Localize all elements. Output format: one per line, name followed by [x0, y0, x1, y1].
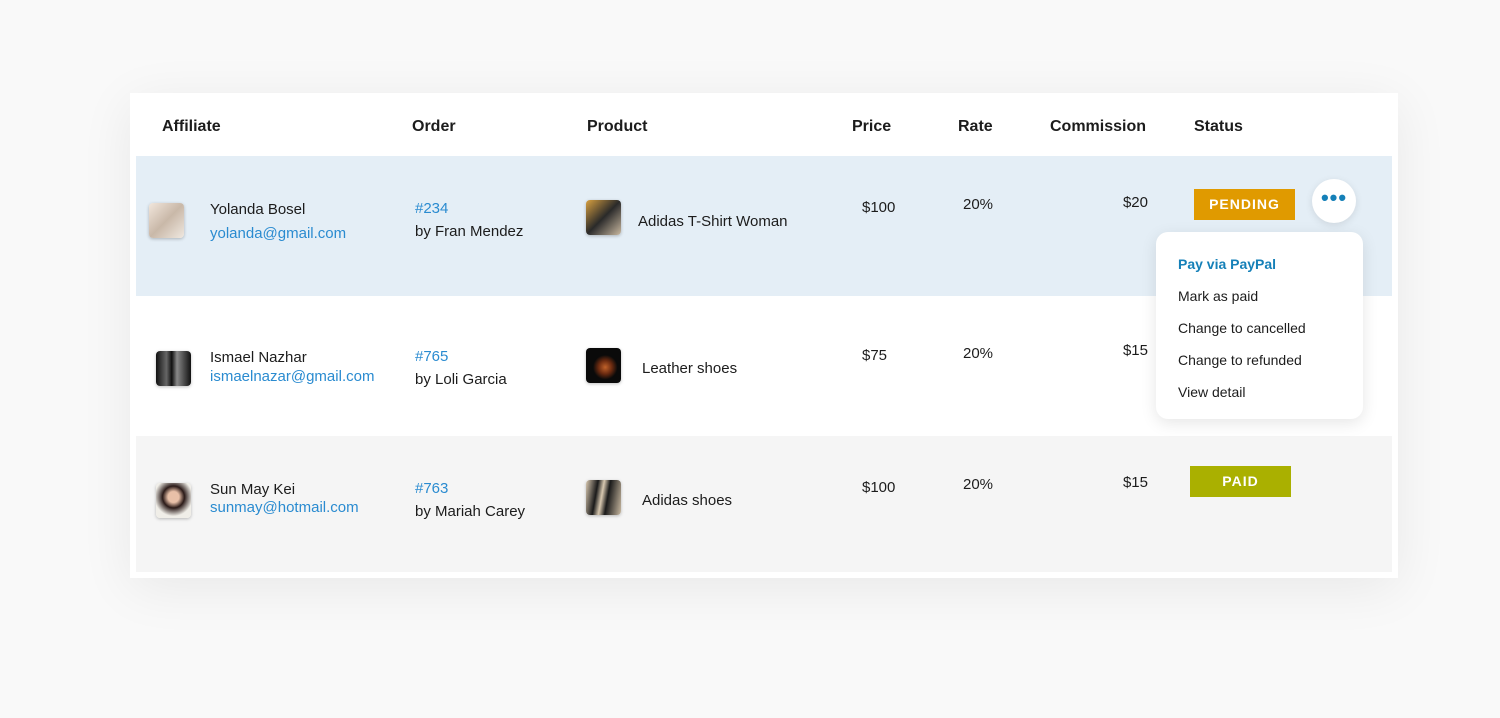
price: $75 — [862, 347, 888, 364]
commission: $15 — [1122, 342, 1148, 359]
commission: $15 — [1122, 474, 1148, 491]
affiliate-name: Sun May Kei — [210, 481, 296, 498]
rate: 20% — [963, 196, 994, 213]
order-customer: by Loli Garcia — [415, 371, 507, 388]
avatar — [156, 483, 191, 518]
affiliate-name: Ismael Nazhar — [210, 349, 307, 366]
more-actions-button[interactable]: ••• — [1312, 179, 1356, 223]
menu-item-view-detail[interactable]: View detail — [1178, 384, 1245, 400]
product-name: Adidas T-Shirt Woman — [638, 213, 788, 230]
header-commission: Commission — [1050, 118, 1147, 135]
table-row[interactable]: Sun May Kei sunmay@hotmail.com #763 by M… — [136, 436, 1392, 572]
product-name: Leather shoes — [642, 360, 738, 377]
price: $100 — [862, 199, 896, 216]
affiliate-email[interactable]: yolanda@gmail.com — [210, 225, 346, 242]
affiliate-email[interactable]: ismaelnazar@gmail.com — [210, 368, 374, 385]
status-badge-paid: PAID — [1190, 466, 1291, 497]
affiliate-name: Yolanda Bosel — [210, 201, 306, 218]
avatar — [156, 351, 191, 386]
order-customer: by Mariah Carey — [415, 503, 526, 520]
actions-dropdown-menu: Pay via PayPal Mark as paid Change to ca… — [1156, 232, 1363, 419]
header-price: Price — [852, 118, 892, 135]
rate: 20% — [963, 476, 994, 493]
order-customer: by Fran Mendez — [415, 223, 524, 240]
avatar — [149, 203, 184, 238]
product-image — [586, 480, 621, 515]
order-link[interactable]: #234 — [415, 200, 448, 217]
product-name: Adidas shoes — [642, 492, 733, 509]
status-badge-pending: PENDING — [1194, 189, 1295, 220]
menu-item-pay-via-paypal[interactable]: Pay via PayPal — [1178, 256, 1276, 272]
header-affiliate: Affiliate — [162, 118, 221, 135]
affiliate-email[interactable]: sunmay@hotmail.com — [210, 499, 359, 516]
header-order: Order — [412, 118, 456, 135]
header-rate: Rate — [958, 118, 993, 135]
menu-item-change-to-cancelled[interactable]: Change to cancelled — [1178, 320, 1306, 336]
header-product: Product — [587, 118, 648, 135]
commission: $20 — [1122, 194, 1148, 211]
price: $100 — [862, 479, 896, 496]
menu-item-mark-as-paid[interactable]: Mark as paid — [1178, 288, 1258, 304]
product-image — [586, 348, 621, 383]
rate: 20% — [963, 345, 994, 362]
order-link[interactable]: #763 — [415, 480, 448, 497]
more-horizontal-icon: ••• — [1320, 185, 1348, 210]
order-link[interactable]: #765 — [415, 348, 448, 365]
header-status: Status — [1194, 118, 1243, 135]
menu-item-change-to-refunded[interactable]: Change to refunded — [1178, 352, 1302, 368]
product-image — [586, 200, 621, 235]
